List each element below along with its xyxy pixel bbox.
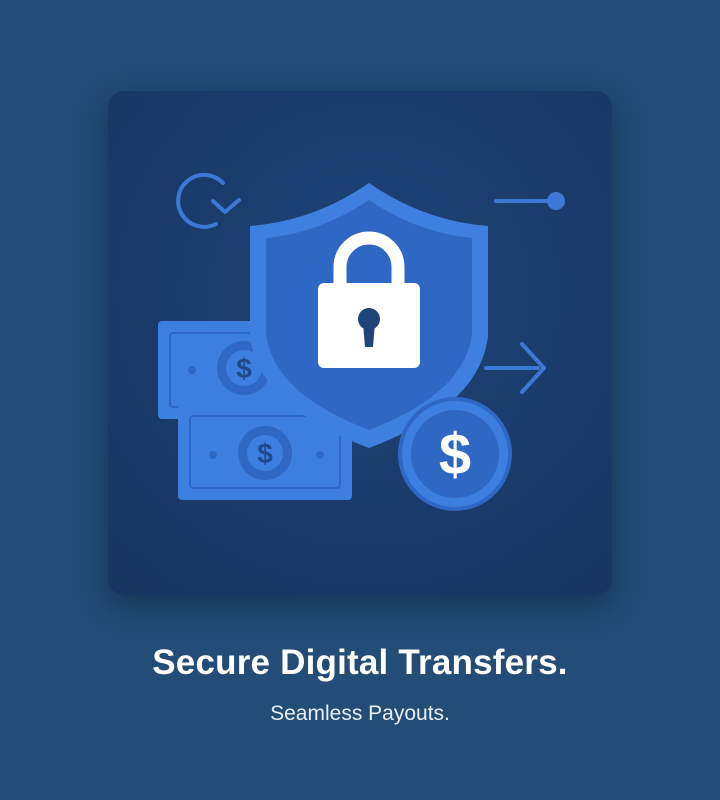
onboarding-subheadline: Seamless Payouts. — [270, 702, 450, 725]
arrow-right-icon — [484, 342, 546, 394]
onboarding-headline: Secure Digital Transfers. — [152, 643, 568, 682]
onboarding-screen: $ $ $ Secure Digital Transfers. Seamless… — [0, 0, 720, 800]
security-illustration: $ $ $ — [108, 91, 612, 595]
dollar-coin-icon: $ — [398, 397, 512, 511]
svg-text:$: $ — [439, 422, 471, 487]
svg-text:$: $ — [257, 438, 273, 469]
illustration-svg: $ $ $ — [158, 172, 565, 511]
link-icon — [494, 192, 565, 210]
refresh-icon — [176, 172, 241, 229]
svg-text:$: $ — [236, 353, 252, 384]
